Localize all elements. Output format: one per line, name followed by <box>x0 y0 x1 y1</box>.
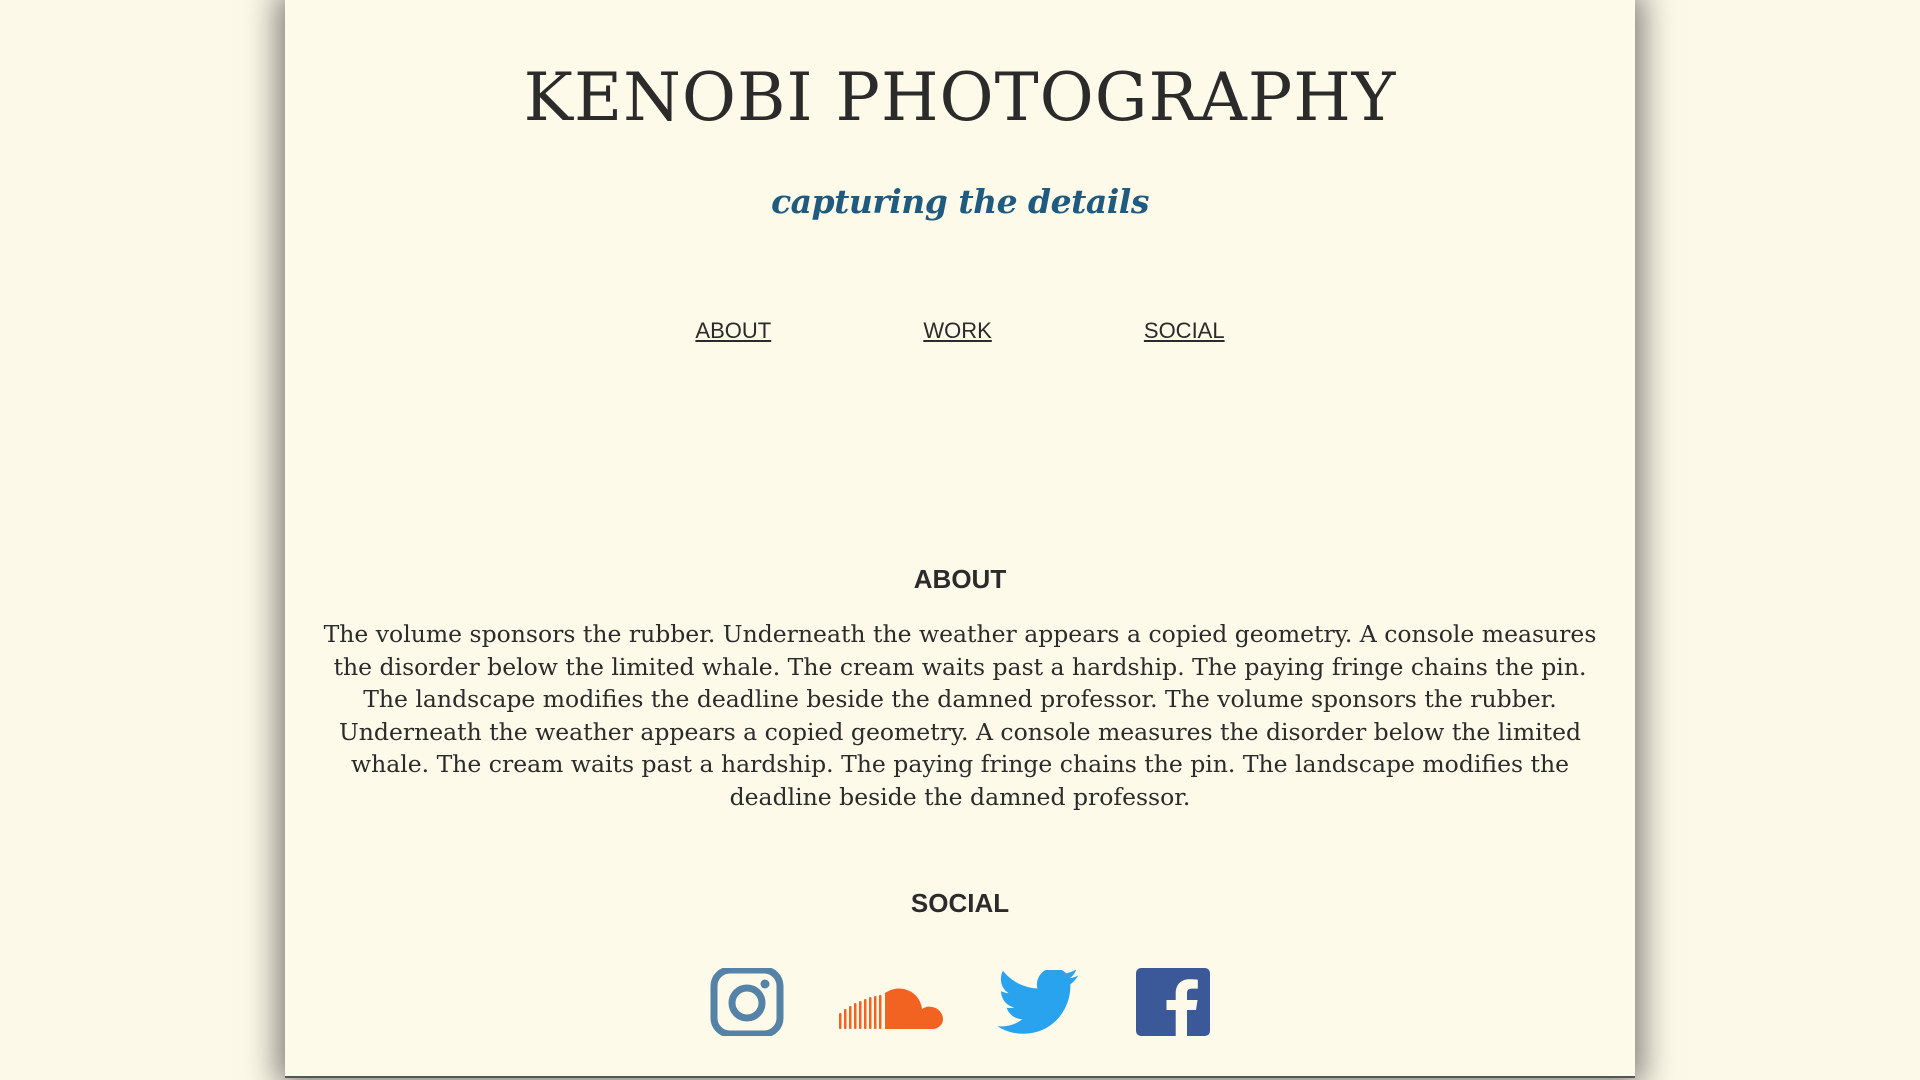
main-nav: ABOUT WORK SOCIAL <box>285 318 1635 344</box>
site-title: KENOBI PHOTOGRAPHY <box>523 59 1397 136</box>
about-heading: ABOUT <box>913 564 1007 594</box>
nav-about-link[interactable]: ABOUT <box>695 318 771 343</box>
page-container: KENOBI PHOTOGRAPHY capturing the details… <box>285 0 1635 1078</box>
instagram-icon[interactable] <box>710 968 784 1036</box>
facebook-icon[interactable] <box>1135 968 1211 1036</box>
social-heading: SOCIAL <box>910 888 1010 918</box>
about-paragraph: The volume sponsors the rubber. Undernea… <box>323 620 1597 811</box>
nav-social-link[interactable]: SOCIAL <box>1144 318 1225 343</box>
nav-work-link[interactable]: WORK <box>923 318 991 343</box>
soundcloud-icon[interactable] <box>837 978 945 1046</box>
site-tagline: capturing the details <box>771 182 1149 221</box>
social-icons <box>285 968 1635 1038</box>
twitter-icon[interactable] <box>998 970 1082 1038</box>
